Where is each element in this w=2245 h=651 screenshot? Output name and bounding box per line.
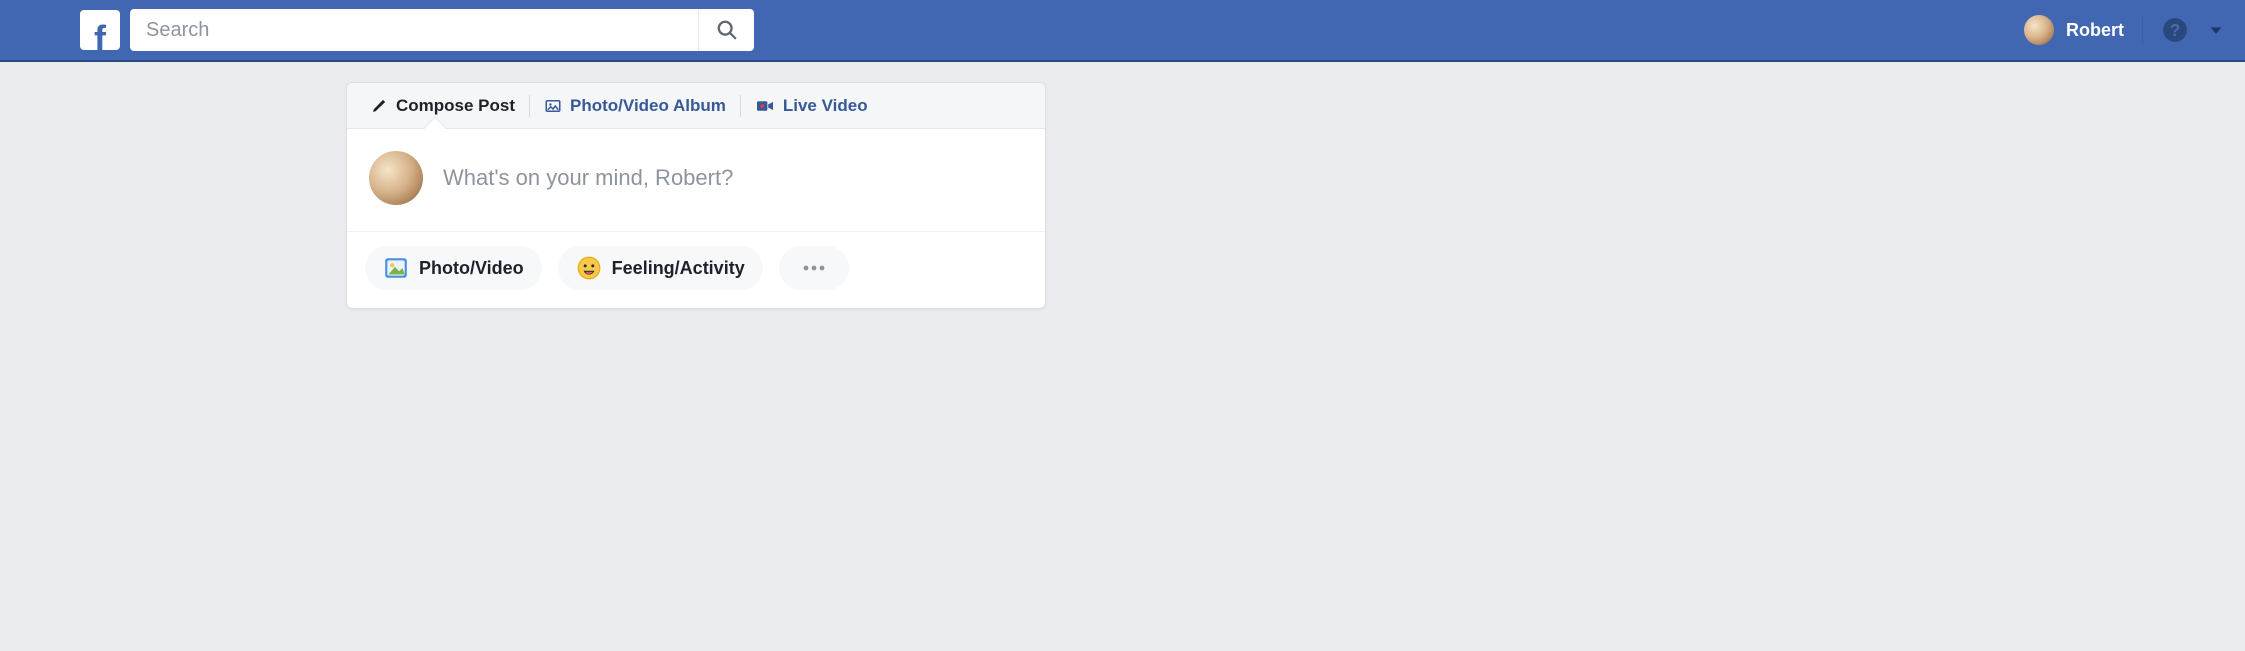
avatar	[2024, 15, 2054, 45]
tab-live-video[interactable]: Live Video	[741, 83, 882, 128]
account-menu-button[interactable]	[2207, 21, 2225, 39]
svg-text:?: ?	[2170, 20, 2181, 40]
caret-down-icon	[2208, 22, 2224, 38]
more-icon	[801, 264, 827, 272]
pencil-icon	[371, 97, 388, 114]
composer-tabs: Compose Post Photo/Video Album Live Vide	[347, 83, 1045, 129]
navbar-divider	[2142, 15, 2143, 45]
tab-label: Photo/Video Album	[570, 96, 726, 116]
smiley-icon	[576, 255, 602, 281]
top-navbar: f Robert ?	[0, 0, 2245, 62]
search-wrap	[130, 9, 754, 51]
search-input[interactable]	[130, 9, 754, 51]
photo-icon	[383, 255, 409, 281]
navbar-right: Robert ?	[2024, 15, 2225, 45]
action-photo-video[interactable]: Photo/Video	[365, 246, 542, 290]
page: Compose Post Photo/Video Album Live Vide	[0, 62, 2245, 309]
tab-photo-video-album[interactable]: Photo/Video Album	[530, 83, 740, 128]
facebook-logo-letter: f	[94, 24, 106, 54]
profile-name: Robert	[2066, 20, 2124, 41]
video-camera-icon	[755, 98, 775, 114]
help-icon: ?	[2162, 17, 2188, 43]
action-feeling-activity[interactable]: Feeling/Activity	[558, 246, 763, 290]
search-icon	[716, 19, 738, 41]
action-more[interactable]	[779, 246, 849, 290]
composer-card: Compose Post Photo/Video Album Live Vide	[346, 82, 1046, 309]
compose-row: What's on your mind, Robert?	[347, 129, 1045, 232]
action-label: Photo/Video	[419, 258, 524, 279]
help-button[interactable]: ?	[2161, 16, 2189, 44]
tab-compose-post[interactable]: Compose Post	[357, 83, 529, 128]
tab-label: Compose Post	[396, 96, 515, 116]
compose-actions: Photo/Video Feeling/Activity	[347, 232, 1045, 308]
compose-input[interactable]: What's on your mind, Robert?	[443, 151, 1023, 205]
profile-link[interactable]: Robert	[2024, 15, 2124, 45]
search-button[interactable]	[698, 9, 754, 51]
tab-label: Live Video	[783, 96, 868, 116]
action-label: Feeling/Activity	[612, 258, 745, 279]
photo-album-icon	[544, 97, 562, 115]
facebook-logo[interactable]: f	[80, 10, 120, 50]
avatar	[369, 151, 423, 205]
